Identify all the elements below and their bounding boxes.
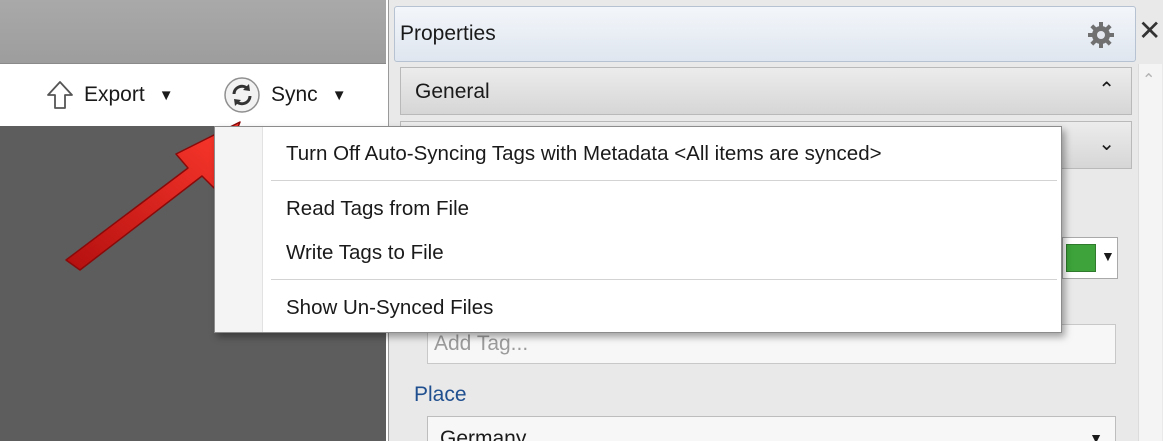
section-general-label: General xyxy=(415,80,490,103)
export-caret-icon: ▼ xyxy=(158,86,174,104)
export-label: Export xyxy=(84,83,145,106)
place-select[interactable]: Germany ▼ xyxy=(427,416,1116,441)
scroll-up-icon[interactable]: ⌃ xyxy=(1142,70,1155,90)
gear-icon[interactable] xyxy=(1086,20,1116,50)
menu-separator xyxy=(271,180,1057,181)
chevron-up-icon[interactable]: ⌃ xyxy=(1098,77,1115,102)
sync-menu: Turn Off Auto-Syncing Tags with Metadata… xyxy=(214,126,1062,333)
panel-title: Properties xyxy=(400,22,496,45)
menu-item-read-tags[interactable]: Read Tags from File xyxy=(264,191,1060,227)
place-caret-icon: ▼ xyxy=(1089,430,1103,441)
scrollbar[interactable] xyxy=(1138,64,1162,441)
menu-gutter xyxy=(215,127,263,332)
place-value: Germany xyxy=(440,427,527,441)
menu-item-write-tags[interactable]: Write Tags to File xyxy=(264,235,1060,271)
export-button[interactable]: Export ▼ xyxy=(46,75,174,115)
sync-icon xyxy=(224,77,260,113)
place-label: Place xyxy=(414,383,467,406)
properties-header xyxy=(394,6,1136,62)
chevron-down-icon[interactable]: ⌄ xyxy=(1098,131,1115,156)
section-general[interactable]: General ⌃ xyxy=(400,67,1132,115)
menu-separator xyxy=(271,279,1057,280)
export-icon xyxy=(47,81,73,109)
sync-label: Sync xyxy=(271,83,318,106)
menu-item-turn-off-auto-sync[interactable]: Turn Off Auto-Syncing Tags with Metadata… xyxy=(264,136,1060,172)
color-swatch xyxy=(1066,244,1096,272)
close-icon[interactable]: ✕ xyxy=(1138,17,1161,45)
color-picker[interactable]: ▼ xyxy=(1062,237,1118,279)
top-strip xyxy=(0,0,386,64)
menu-item-show-unsynced[interactable]: Show Un-Synced Files xyxy=(264,290,1060,326)
sync-caret-icon: ▼ xyxy=(331,86,347,104)
sync-button[interactable]: Sync ▼ xyxy=(223,75,347,115)
color-caret-icon: ▼ xyxy=(1101,248,1115,264)
